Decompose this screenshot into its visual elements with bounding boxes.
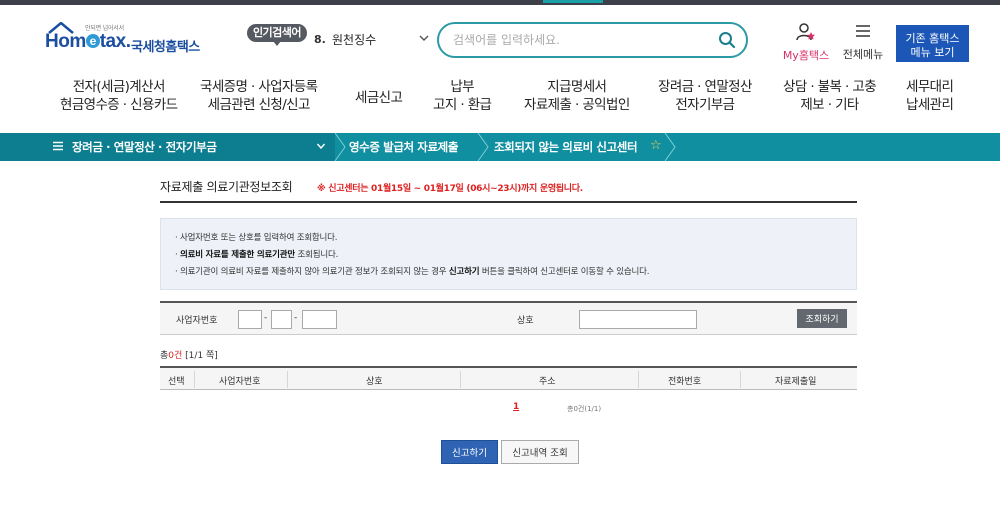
gnb-item-einvoice[interactable]: 전자(세금)계산서 현금영수증 · 신용카드 bbox=[60, 78, 178, 114]
info-box: · 사업자번호 또는 상호를 입력하여 조회합니다. · 의료비 자료를 제출한… bbox=[160, 218, 857, 290]
column-header: 선택 bbox=[168, 377, 185, 387]
results-table-header: 선택 사업자번호 상호 주소 전화번호 자료제출일 bbox=[160, 366, 857, 390]
popular-rank: 8. bbox=[314, 33, 326, 46]
logo-korean: 국세청홈택스 bbox=[131, 40, 200, 55]
breadcrumb-arrow-icon bbox=[477, 133, 489, 161]
chevron-down-icon[interactable] bbox=[316, 141, 326, 151]
bizno-label: 사업자번호 bbox=[176, 316, 218, 326]
page-header: 자료제출 의료기관정보조회 ※ 신고센터는 01월15일 ~ 01월17일 (0… bbox=[160, 176, 857, 203]
search-form: 사업자번호 - - 상호 조회하기 bbox=[160, 301, 857, 335]
logo-wordmark: Hom e tax. bbox=[45, 31, 131, 52]
info-line-2: · 의료비 자료를 제출한 의료기관만 조회됩니다. bbox=[175, 250, 339, 260]
global-nav: 전자(세금)계산서 현금영수증 · 신용카드 국세증명 · 사업자등록 세금관련 신… bbox=[0, 78, 1000, 124]
column-divider bbox=[460, 371, 461, 388]
gnb-item-payment[interactable]: 납부 고지 · 환급 bbox=[433, 78, 492, 114]
bizno-field-3[interactable] bbox=[302, 310, 337, 329]
hamburger-icon bbox=[856, 25, 870, 37]
all-menu-label: 전체메뉴 bbox=[842, 48, 884, 61]
old-hometax-menu-button[interactable]: 기존 홈택스 메뉴 보기 bbox=[896, 25, 969, 62]
hometax-logo[interactable]: 안되면 넘어서서 Hom e tax. 국세청홈택스 bbox=[45, 22, 205, 57]
report-button[interactable]: 신고하기 bbox=[441, 440, 498, 464]
column-header: 주소 bbox=[539, 377, 556, 387]
search-input[interactable] bbox=[453, 31, 703, 49]
breadcrumb-item-medical-report[interactable]: 조회되지 않는 의료비 신고센터 bbox=[494, 139, 638, 155]
result-count: 총0건 [1/1 쪽] bbox=[160, 351, 218, 361]
report-history-button[interactable]: 신고내역 조회 bbox=[501, 440, 579, 464]
my-hometax-button[interactable]: My홈택스 bbox=[778, 23, 834, 63]
info-line-1: · 사업자번호 또는 상호를 입력하여 조회합니다. bbox=[175, 233, 338, 243]
popular-search-badge: 인기검색어 bbox=[247, 24, 307, 46]
page-title: 자료제출 의료기관정보조회 bbox=[160, 180, 293, 194]
menu-lines-icon bbox=[53, 141, 63, 151]
bizno-field-1[interactable] bbox=[238, 310, 262, 329]
column-divider bbox=[287, 371, 288, 388]
column-header: 전화번호 bbox=[668, 377, 702, 387]
bizno-field-2[interactable] bbox=[271, 310, 292, 329]
favorite-star-icon[interactable]: ☆ bbox=[650, 138, 662, 153]
all-menu-button[interactable]: 전체메뉴 bbox=[840, 23, 886, 62]
column-header: 사업자번호 bbox=[219, 377, 261, 387]
search-icon[interactable] bbox=[718, 31, 736, 49]
column-header: 상호 bbox=[366, 377, 383, 387]
breadcrumb-arrow-icon bbox=[334, 133, 346, 161]
breadcrumb-bar: 장려금 · 연말정산 · 전자기부금 영수증 발급처 자료제출 조회되지 않는 … bbox=[0, 133, 1000, 161]
bizno-dash: - bbox=[294, 313, 298, 323]
column-divider bbox=[194, 371, 195, 388]
operation-notice: ※ 신고센터는 01월15일 ~ 01월17일 (06시~23시)까지 운영됩니… bbox=[317, 184, 583, 194]
company-name-label: 상호 bbox=[517, 316, 534, 326]
gnb-item-incentives[interactable]: 장려금 · 연말정산 전자기부금 bbox=[658, 78, 752, 114]
header: 안되면 넘어서서 Hometax. 국세청홈택스 인기검색어 8. 원천징수 M… bbox=[0, 5, 1000, 71]
search-box bbox=[437, 22, 748, 58]
chevron-down-icon[interactable] bbox=[418, 32, 430, 44]
gnb-item-tax-agent[interactable]: 세무대리 납세관리 bbox=[906, 78, 954, 114]
info-line-3: · 의료기관이 의료비 자료를 제출하지 않아 의료기관 정보가 조회되지 않는… bbox=[175, 267, 650, 277]
user-star-icon bbox=[796, 23, 815, 41]
gnb-item-consultation[interactable]: 상담 · 불복 · 고충 제보 · 기타 bbox=[783, 78, 877, 114]
pager-current-page[interactable]: 1 bbox=[513, 402, 519, 412]
search-button[interactable]: 조회하기 bbox=[797, 309, 847, 328]
my-hometax-label: My홈택스 bbox=[782, 49, 830, 62]
company-name-field[interactable] bbox=[579, 310, 697, 329]
gnb-item-tax-filing[interactable]: 세금신고 bbox=[355, 89, 403, 107]
popular-term[interactable]: 원천징수 bbox=[332, 31, 376, 48]
pager-total: 총0건(1/1) bbox=[567, 405, 602, 413]
breadcrumb-menu[interactable]: 장려금 · 연말정산 · 전자기부금 bbox=[72, 139, 217, 155]
gnb-item-statements[interactable]: 지급명세서 자료제출 · 공익법인 bbox=[524, 78, 630, 114]
column-header: 자료제출일 bbox=[775, 377, 817, 387]
column-divider bbox=[638, 371, 639, 388]
bizno-dash: - bbox=[264, 313, 268, 323]
breadcrumb-item-receipt[interactable]: 영수증 발급처 자료제출 bbox=[349, 139, 458, 155]
top-strip-accent bbox=[543, 0, 603, 3]
gnb-item-certificates[interactable]: 국세증명 · 사업자등록 세금관련 신청/신고 bbox=[200, 78, 318, 114]
column-divider bbox=[740, 371, 741, 388]
breadcrumb-arrow-icon bbox=[664, 133, 676, 161]
